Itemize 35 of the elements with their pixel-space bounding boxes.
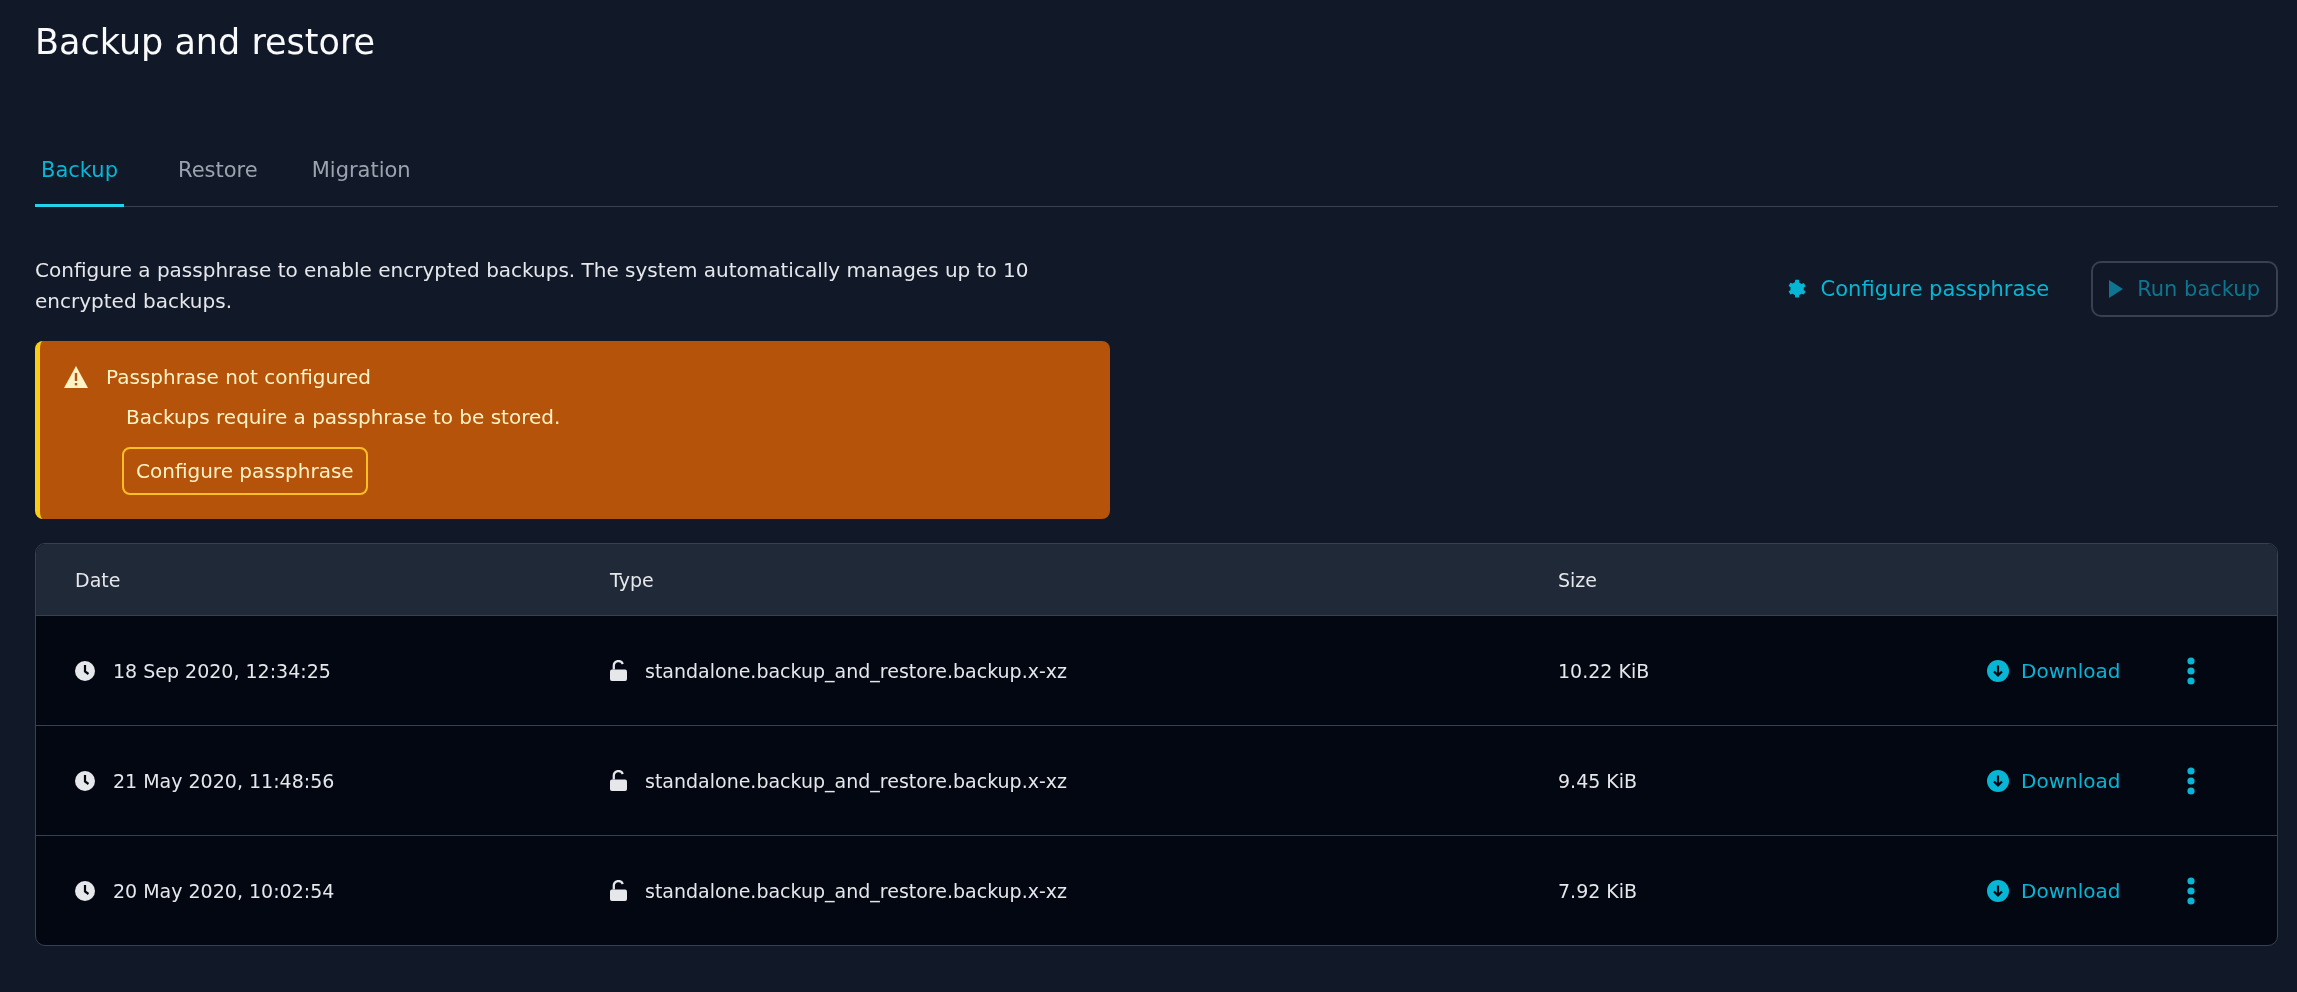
tab[interactable]: Migration — [277, 148, 411, 207]
size-text: 10.22 KiB — [1558, 659, 1650, 682]
column-header: Type — [610, 568, 655, 591]
more-icon[interactable] — [2187, 876, 2195, 905]
download-icon — [1987, 879, 2009, 902]
download-link[interactable]: Download — [1987, 768, 2121, 793]
size-text: 7.92 KiB — [1558, 879, 1638, 902]
play-icon — [2109, 280, 2124, 298]
date-text: 21 May 2020, 11:48:56 — [113, 769, 335, 792]
column-header: Size — [1558, 568, 1598, 591]
clock-icon — [75, 770, 95, 791]
clock-icon — [75, 880, 95, 901]
download-link[interactable]: Download — [1987, 658, 2121, 683]
configure-passphrase-button[interactable]: Configure passphrase — [122, 447, 368, 495]
clock-icon — [75, 660, 95, 681]
download-icon — [1987, 659, 2009, 682]
configure-passphrase-link[interactable]: Configure passphrase — [1784, 277, 2050, 301]
alert-title: Passphrase not configured — [106, 365, 371, 389]
download-icon — [1987, 769, 2009, 792]
size-text: 9.45 KiB — [1558, 769, 1638, 792]
page-title: Backup and restore — [35, 22, 377, 64]
column-header: Date — [75, 568, 122, 591]
alert-message: Backups require a passphrase to be stored. — [126, 405, 562, 429]
type-text: standalone.backup_and_restore.backup.x-xz — [645, 879, 1068, 902]
description-text: Configure a passphrase to enable encrypted backups. The system automatically manages up to 10 encrypted backups. — [35, 257, 1030, 315]
warning-icon — [64, 366, 88, 388]
tab[interactable]: Backup — [35, 148, 124, 207]
type-text: standalone.backup_and_restore.backup.x-xz — [645, 769, 1068, 792]
download-link[interactable]: Download — [1987, 878, 2121, 903]
date-text: 20 May 2020, 10:02:54 — [113, 879, 335, 902]
date-text: 18 Sep 2020, 12:34:25 — [113, 659, 331, 682]
more-icon[interactable] — [2187, 766, 2195, 795]
tab[interactable]: Restore — [144, 148, 258, 207]
more-icon[interactable] — [2187, 656, 2195, 685]
type-text: standalone.backup_and_restore.backup.x-xz — [645, 659, 1068, 682]
